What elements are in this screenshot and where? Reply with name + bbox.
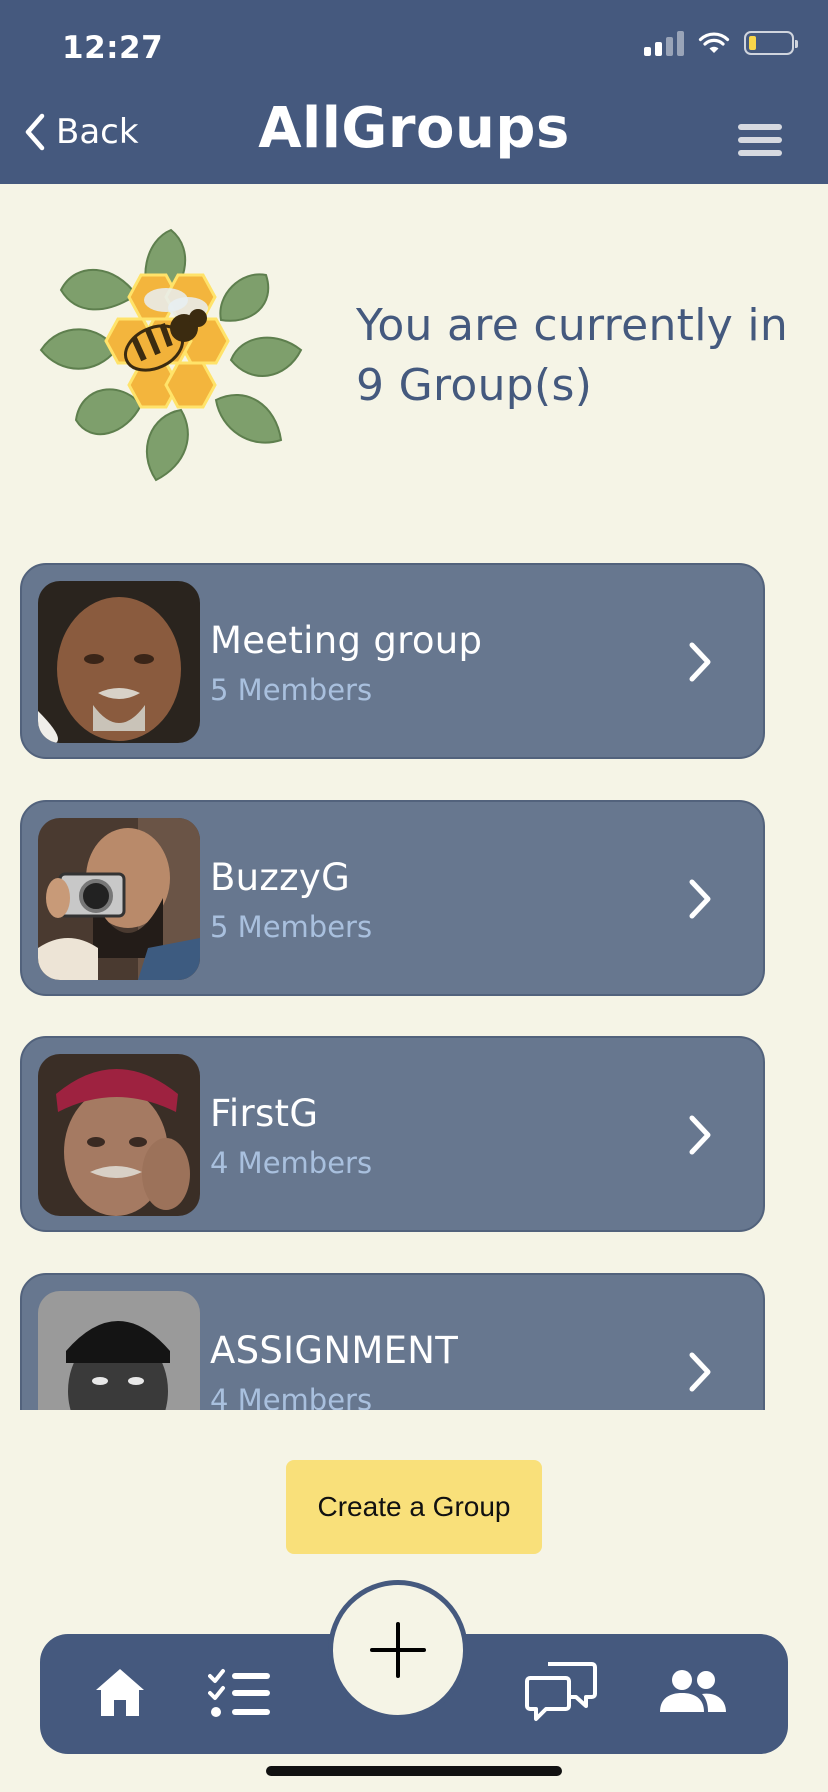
create-group-button[interactable]: Create a Group <box>286 1460 542 1554</box>
group-avatar <box>38 818 200 980</box>
group-name: ASSIGNMENT <box>210 1329 459 1372</box>
home-indicator <box>266 1766 562 1776</box>
people-icon[interactable] <box>658 1668 728 1714</box>
group-member-count: 4 Members <box>210 1383 373 1410</box>
group-name: FirstG <box>210 1092 319 1135</box>
chevron-right-icon <box>689 1115 711 1155</box>
group-member-count: 5 Members <box>210 910 373 944</box>
bee-honeycomb-illustration <box>39 228 303 482</box>
group-card[interactable]: Meeting group 5 Members <box>20 563 765 759</box>
page-title: AllGroups <box>258 96 570 161</box>
chat-icon[interactable] <box>524 1660 598 1724</box>
chevron-right-icon <box>689 1352 711 1392</box>
add-button[interactable] <box>328 1580 468 1720</box>
group-member-count: 4 Members <box>210 1146 373 1180</box>
status-time: 12:27 <box>62 30 164 66</box>
add-icon <box>370 1622 426 1678</box>
app-header: 12:27 Back AllGroups <box>0 0 828 184</box>
home-icon[interactable] <box>94 1666 146 1718</box>
group-card[interactable]: BuzzyG 5 Members <box>20 800 765 996</box>
wifi-icon <box>698 32 730 53</box>
hamburger-icon <box>738 124 782 130</box>
group-avatar <box>38 1054 200 1216</box>
group-name: BuzzyG <box>210 856 351 899</box>
group-card[interactable]: FirstG 4 Members <box>20 1036 765 1232</box>
task-list-icon[interactable] <box>208 1668 272 1718</box>
group-list: Meeting group 5 Members BuzzyG 5 Members <box>0 560 828 1410</box>
menu-button[interactable] <box>738 124 782 156</box>
group-name: Meeting group <box>210 619 483 662</box>
chevron-right-icon <box>689 642 711 682</box>
status-icons <box>644 30 798 56</box>
group-avatar <box>38 1291 200 1410</box>
chevron-right-icon <box>689 879 711 919</box>
group-member-count: 5 Members <box>210 673 373 707</box>
groups-count-text: You are currently in 9 Group(s) <box>356 300 789 411</box>
group-card[interactable]: ASSIGNMENT 4 Members <box>20 1273 765 1410</box>
battery-icon <box>744 31 798 55</box>
signal-icon <box>644 30 684 56</box>
group-avatar <box>38 581 200 743</box>
